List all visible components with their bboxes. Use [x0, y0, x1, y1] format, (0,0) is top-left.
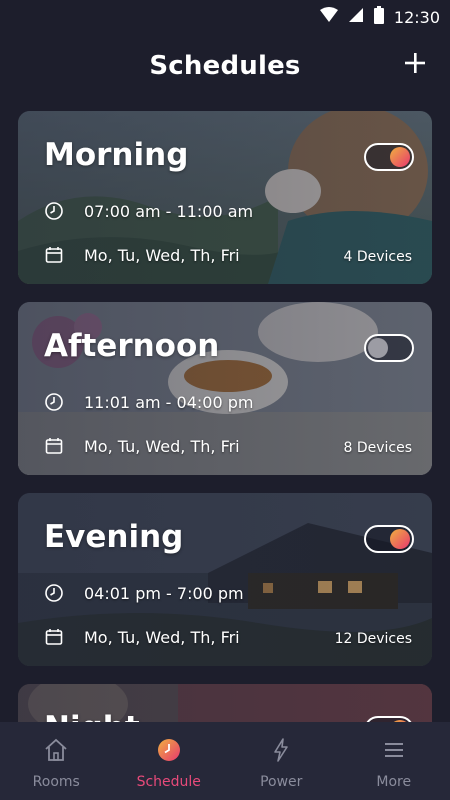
- schedule-time-row: 11:01 am - 04:00 pm: [44, 392, 253, 412]
- clock-icon: [44, 392, 64, 412]
- lightning-icon: [267, 736, 295, 764]
- schedule-card-morning[interactable]: Morning 07:00 am - 11:00 am Mo, Tu, Wed,…: [18, 111, 432, 284]
- schedule-title: Afternoon: [44, 328, 220, 364]
- status-bar: 12:30: [0, 0, 450, 34]
- schedule-days: Mo, Tu, Wed, Th, Fri: [84, 627, 240, 647]
- schedule-time: 07:00 am - 11:00 am: [84, 201, 254, 221]
- toggle-knob: [390, 529, 410, 549]
- nav-label: More: [376, 774, 412, 790]
- nav-label: Power: [260, 774, 303, 790]
- schedule-card-evening[interactable]: Evening 04:01 pm - 7:00 pm Mo, Tu, Wed, …: [18, 493, 432, 666]
- clock-icon: [44, 201, 64, 221]
- calendar-icon: [44, 245, 64, 265]
- schedule-time: 11:01 am - 04:00 pm: [84, 392, 254, 412]
- device-count: 12 Devices: [334, 631, 412, 647]
- schedule-days-row: Mo, Tu, Wed, Th, Fri: [44, 245, 240, 265]
- schedule-days: Mo, Tu, Wed, Th, Fri: [84, 245, 240, 265]
- toggle-knob: [390, 147, 410, 167]
- nav-item-more[interactable]: More: [338, 722, 450, 800]
- schedule-time-row: 07:00 am - 11:00 am: [44, 201, 253, 221]
- cellular-signal-icon: [348, 7, 364, 28]
- calendar-icon: [44, 436, 64, 456]
- schedule-card-afternoon[interactable]: Afternoon 11:01 am - 04:00 pm Mo, Tu, We…: [18, 302, 432, 475]
- nav-label: Rooms: [32, 774, 80, 790]
- schedule-title: Evening: [44, 519, 184, 555]
- app-header: Schedules: [0, 34, 450, 98]
- page-title: Schedules: [149, 51, 301, 81]
- schedule-days-row: Mo, Tu, Wed, Th, Fri: [44, 627, 240, 647]
- schedule-days-row: Mo, Tu, Wed, Th, Fri: [44, 436, 240, 456]
- device-count: 8 Devices: [343, 440, 412, 456]
- plus-icon: [405, 53, 425, 73]
- battery-icon: [373, 5, 384, 29]
- schedule-toggle[interactable]: [364, 334, 414, 362]
- clock-icon: [155, 736, 183, 764]
- schedule-toggle[interactable]: [364, 143, 414, 171]
- clock-icon: [44, 583, 64, 603]
- menu-icon: [380, 736, 408, 764]
- add-schedule-button[interactable]: [400, 48, 430, 78]
- nav-item-rooms[interactable]: Rooms: [0, 722, 113, 800]
- schedule-time: 04:01 pm - 7:00 pm: [84, 583, 244, 603]
- bottom-navigation: Rooms Schedule Power More: [0, 722, 450, 800]
- schedule-toggle[interactable]: [364, 525, 414, 553]
- schedule-title: Morning: [44, 137, 189, 173]
- schedule-time-row: 04:01 pm - 7:00 pm: [44, 583, 244, 603]
- wifi-icon: [319, 6, 338, 28]
- nav-item-schedule[interactable]: Schedule: [113, 722, 226, 800]
- nav-label: Schedule: [136, 774, 201, 790]
- toggle-knob: [368, 338, 388, 358]
- calendar-icon: [44, 627, 64, 647]
- home-icon: [42, 736, 70, 764]
- schedule-days: Mo, Tu, Wed, Th, Fri: [84, 436, 240, 456]
- device-count: 4 Devices: [343, 249, 412, 265]
- status-time: 12:30: [393, 7, 440, 27]
- nav-item-power[interactable]: Power: [225, 722, 338, 800]
